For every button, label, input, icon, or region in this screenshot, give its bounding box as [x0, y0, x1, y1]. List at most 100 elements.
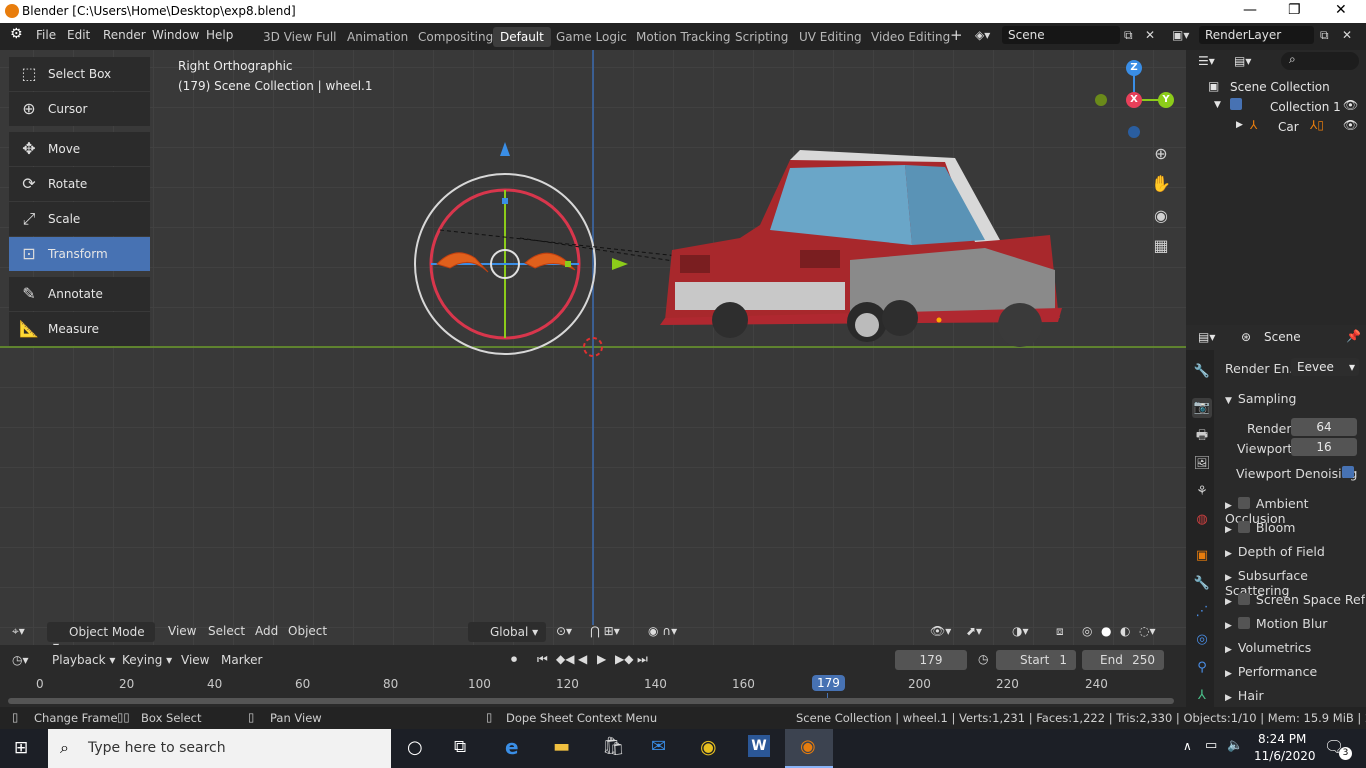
menu-render[interactable]: Render	[103, 28, 146, 42]
gizmo-y-label[interactable]: Y	[1158, 92, 1174, 108]
outliner-collection-1[interactable]: Collection 1	[1270, 100, 1341, 114]
world-tab-icon[interactable]: ◍	[1192, 510, 1212, 530]
gizmo-x-label[interactable]: X	[1126, 92, 1142, 108]
tab-default[interactable]: Default	[493, 27, 551, 47]
output-tab-icon[interactable]: 🖶	[1192, 426, 1212, 446]
scene-field[interactable]: Scene	[1002, 26, 1120, 44]
file-explorer-icon[interactable]: ▬	[553, 736, 570, 757]
view-layer-tab-icon[interactable]: 🖼	[1192, 454, 1212, 474]
tool-annotate[interactable]: ✎ Annotate	[9, 277, 150, 311]
tray-overflow-icon[interactable]: ∧	[1183, 739, 1192, 753]
shading-wireframe-icon[interactable]: ◎	[1082, 624, 1092, 638]
snap-icon[interactable]: ⋂ ⊞▾	[590, 624, 620, 638]
orientation-selector[interactable]: Global ▾	[468, 622, 546, 642]
play-icon[interactable]: ▶	[597, 652, 606, 666]
jump-start-icon[interactable]: ⏮	[537, 652, 548, 667]
tool-select-box[interactable]: ⬚ Select Box	[9, 57, 150, 91]
panel-performance[interactable]: ▶ Performance	[1225, 664, 1317, 679]
panel-motion-blur[interactable]: ▶ Motion Blur	[1225, 616, 1327, 631]
add-workspace-icon[interactable]: +	[950, 26, 963, 44]
store-icon[interactable]: 🛍	[602, 736, 625, 757]
play-reverse-icon[interactable]: ◀	[578, 652, 587, 666]
windows-start-icon[interactable]: ⊞	[14, 738, 28, 758]
outliner[interactable]: ☰▾ ▤▾ ⌕ ▣ Scene Collection ▼ Collection …	[1186, 50, 1366, 325]
outliner-editor-type-icon[interactable]: ☰▾	[1198, 54, 1215, 68]
properties-editor-type-icon[interactable]: ▤▾	[1198, 330, 1215, 344]
object-visibility-eye-icon[interactable]: 👁	[1343, 118, 1358, 132]
pivot-icon[interactable]: ⊙▾	[556, 624, 572, 638]
tool-cursor[interactable]: ⊕ Cursor	[9, 92, 150, 126]
gizmo-toggle-icon[interactable]: ⬈▾	[966, 624, 982, 638]
ortho-grid-icon[interactable]: ▦	[1149, 234, 1173, 258]
mail-icon[interactable]: ✉	[651, 736, 666, 757]
scene-tab-icon[interactable]: ⚘	[1192, 482, 1212, 502]
jump-end-icon[interactable]: ⏭	[637, 652, 648, 667]
panel-hair[interactable]: ▶ Hair	[1225, 688, 1264, 703]
menu-keying[interactable]: Keying ▾	[122, 653, 172, 667]
tab-uv-editing[interactable]: UV Editing	[792, 27, 869, 47]
menu-playback[interactable]: Playback ▾	[52, 653, 115, 667]
outliner-search-icon[interactable]: ⌕	[1281, 52, 1359, 70]
tab-animation[interactable]: Animation	[340, 27, 415, 47]
prev-keyframe-icon[interactable]: ◆◀	[556, 652, 574, 666]
playhead-frame-marker[interactable]: 179	[812, 675, 845, 691]
menu-marker[interactable]: Marker	[221, 653, 262, 667]
editor-type-icon[interactable]: ⌖▾	[12, 624, 25, 639]
task-view-icon[interactable]: ⧉	[454, 737, 466, 757]
viewport-samples-field[interactable]: 16	[1291, 438, 1357, 456]
pin-icon[interactable]: 📌	[1346, 329, 1361, 343]
end-frame-field[interactable]: End 250	[1082, 650, 1164, 670]
blender-taskbar-button[interactable]: ◉	[785, 729, 833, 768]
pan-hand-icon[interactable]: ✋	[1149, 172, 1173, 196]
panel-bloom[interactable]: ▶ Bloom	[1225, 520, 1295, 535]
outliner-object-car[interactable]: Car	[1278, 120, 1299, 134]
particles-tab-icon[interactable]: ⋰	[1192, 602, 1212, 622]
menu-help[interactable]: Help	[206, 28, 233, 42]
taskbar-time[interactable]: 8:24 PM	[1258, 732, 1306, 746]
xray-icon[interactable]: ⧈	[1056, 624, 1064, 639]
tool-settings-tab-icon[interactable]: 🔧	[1192, 362, 1212, 382]
tab-compositing[interactable]: Compositing	[411, 27, 500, 47]
proportional-edit-icon[interactable]: ◉ ∩▾	[648, 624, 677, 638]
zoom-icon[interactable]: ⊕	[1149, 142, 1173, 166]
tool-transform[interactable]: ⊡ Transform	[9, 237, 150, 271]
render-samples-field[interactable]: 64	[1291, 418, 1357, 436]
collection-checkbox[interactable]	[1230, 98, 1248, 112]
minimize-button[interactable]: —	[1243, 2, 1257, 18]
remove-scene-icon[interactable]: ✕	[1145, 28, 1155, 42]
start-frame-field[interactable]: Start 1	[996, 650, 1076, 670]
close-button[interactable]: ✕	[1335, 2, 1347, 18]
physics-tab-icon[interactable]: ◎	[1192, 630, 1212, 650]
menu-timeline-view[interactable]: View	[181, 653, 209, 667]
maximize-button[interactable]: ❐	[1288, 2, 1301, 18]
3d-viewport[interactable]: Z X Y ⊕ ✋ ◉ ▦ Right Orthographic (179) S…	[0, 50, 1186, 645]
record-icon[interactable]: ⏺	[511, 652, 517, 667]
render-tab-icon[interactable]: 📷	[1192, 398, 1212, 418]
shading-solid-icon[interactable]: ●	[1101, 624, 1111, 638]
scene-selector-icon[interactable]: ◈▾	[975, 28, 990, 42]
timeline-editor-type-icon[interactable]: ◷▾	[12, 653, 29, 667]
menu-select[interactable]: Select	[208, 624, 245, 638]
camera-view-icon[interactable]: ◉	[1149, 204, 1173, 228]
shading-material-icon[interactable]: ◐	[1120, 624, 1130, 638]
tab-video-editing[interactable]: Video Editing	[864, 27, 957, 47]
object-data-tab-icon[interactable]: ⅄	[1192, 686, 1212, 706]
menu-file[interactable]: File	[36, 28, 56, 42]
preview-range-icon[interactable]: ◷	[978, 652, 988, 666]
expand-object-icon[interactable]: ▶	[1236, 120, 1243, 130]
menu-view[interactable]: View	[168, 624, 196, 638]
sampling-panel-header[interactable]: ▼ Sampling	[1225, 391, 1296, 406]
taskbar-search-box[interactable]: ⌕ Type here to search	[48, 729, 391, 768]
edge-browser-icon[interactable]: e	[505, 735, 519, 759]
viewport-denoising-checkbox[interactable]	[1342, 466, 1354, 478]
expand-collection-icon[interactable]: ▼	[1214, 100, 1221, 110]
new-scene-icon[interactable]: ⧉	[1124, 28, 1133, 43]
renderlayer-selector-icon[interactable]: ▣▾	[1172, 28, 1189, 42]
tab-3d-view-full[interactable]: 3D View Full	[256, 27, 344, 47]
collection-visibility-eye-icon[interactable]: 👁	[1343, 98, 1358, 112]
word-icon[interactable]: W	[748, 735, 770, 757]
modifier-tab-icon[interactable]: 🔧	[1192, 574, 1212, 594]
mode-selector[interactable]: Object Mode ▾	[47, 622, 155, 653]
outliner-scene-collection[interactable]: Scene Collection	[1230, 80, 1330, 94]
chrome-icon[interactable]: ◉	[700, 736, 717, 758]
